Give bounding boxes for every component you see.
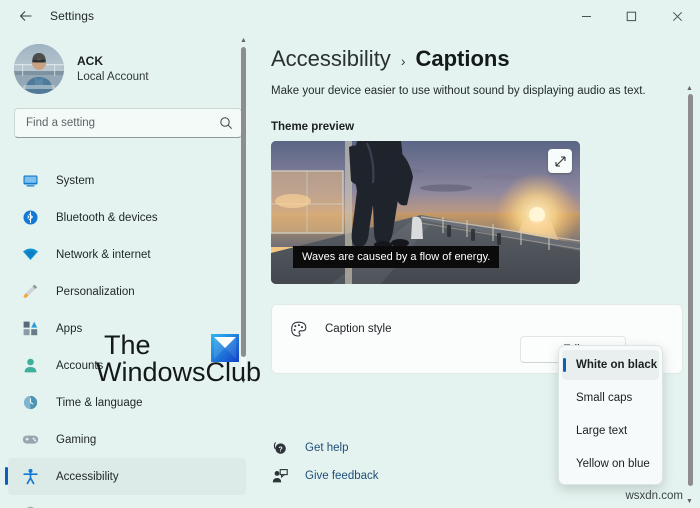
sidebar-nav: System Bluetooth & devices Network & int… — [0, 152, 258, 508]
paintbrush-icon — [21, 282, 40, 301]
sidebar-item-gaming[interactable]: Gaming — [8, 421, 246, 458]
scroll-up-arrow-icon[interactable]: ▲ — [240, 37, 247, 44]
scroll-down-arrow-icon[interactable]: ▼ — [686, 498, 693, 505]
bluetooth-icon — [21, 208, 40, 227]
palette-icon — [287, 318, 309, 340]
expand-preview-button[interactable] — [548, 149, 572, 173]
caption-style-row: Caption style — [272, 305, 682, 340]
dropdown-option-large-text[interactable]: Large text — [562, 416, 659, 446]
main-content: Accessibility › Captions Make your devic… — [258, 32, 700, 508]
account-section[interactable]: ACK Local Account — [0, 32, 258, 96]
theme-preview-label: Theme preview — [271, 121, 355, 133]
sidebar-item-personalization[interactable]: Personalization — [8, 273, 246, 310]
sidebar-item-label: Personalization — [56, 285, 135, 298]
accessibility-person-icon — [21, 467, 40, 486]
scroll-up-arrow-icon[interactable]: ▲ — [686, 85, 693, 92]
person-icon — [21, 356, 40, 375]
wifi-icon — [21, 245, 40, 264]
avatar — [14, 44, 64, 94]
dropdown-option-yellow-on-blue[interactable]: Yellow on blue — [562, 449, 659, 479]
sidebar-item-label: Gaming — [56, 433, 97, 446]
search-icon[interactable] — [219, 116, 233, 130]
get-help-link[interactable]: ? Get help — [271, 434, 379, 462]
gamepad-icon — [21, 430, 40, 449]
main-scrollbar-thumb[interactable] — [688, 94, 693, 486]
windowsclub-logo-icon — [211, 334, 239, 362]
breadcrumb-separator-icon: › — [400, 53, 406, 69]
scroll-down-arrow-icon[interactable]: ▼ — [240, 378, 247, 385]
window-controls — [564, 0, 700, 32]
dropdown-option-label: Large text — [576, 425, 628, 437]
breadcrumb-parent[interactable]: Accessibility — [271, 46, 391, 72]
sidebar-item-time-language[interactable]: Time & language — [8, 384, 246, 421]
caption-style-dropdown-menu: White on black Small caps Large text Yel… — [558, 345, 663, 485]
system-monitor-icon — [21, 171, 40, 190]
dropdown-option-label: Small caps — [576, 392, 633, 404]
sidebar-item-label: Accounts — [56, 359, 104, 372]
help-question-icon: ? — [271, 439, 289, 457]
dropdown-option-small-caps[interactable]: Small caps — [562, 383, 659, 413]
sidebar-item-accessibility[interactable]: Accessibility — [5, 458, 246, 495]
dropdown-option-white-on-black[interactable]: White on black — [562, 350, 659, 380]
link-label: Give feedback — [305, 470, 379, 482]
apps-grid-icon — [21, 319, 40, 338]
sidebar-item-label: Apps — [56, 322, 83, 335]
link-label: Get help — [305, 442, 349, 454]
page-title: Captions — [415, 46, 510, 71]
account-name: ACK — [77, 53, 103, 68]
page-subtitle: Make your device easier to use without s… — [271, 85, 646, 97]
account-subtitle: Local Account — [77, 70, 149, 83]
maximize-icon — [626, 11, 637, 21]
account-text: ACK Local Account — [77, 54, 149, 85]
give-feedback-link[interactable]: Give feedback — [271, 462, 379, 490]
footer-links: ? Get help Give feedback — [271, 434, 379, 490]
maximize-button[interactable] — [609, 0, 654, 32]
theme-preview-image[interactable]: Waves are caused by a flow of energy. — [271, 141, 580, 284]
sidebar-item-label: Bluetooth & devices — [56, 211, 158, 224]
shield-icon — [21, 504, 40, 508]
title-bar: Settings — [0, 0, 700, 32]
svg-text:?: ? — [278, 446, 282, 453]
back-arrow-icon — [19, 11, 32, 21]
search-input[interactable] — [26, 117, 219, 129]
back-button[interactable] — [8, 1, 44, 31]
clock-globe-icon — [21, 393, 40, 412]
sidebar-item-label: Network & internet — [56, 248, 151, 261]
sidebar-item-bluetooth-devices[interactable]: Bluetooth & devices — [8, 199, 246, 236]
main-scrollbar[interactable]: ▲ ▼ — [684, 85, 697, 505]
caption-style-title: Caption style — [325, 323, 392, 335]
sidebar-scrollbar-thumb[interactable] — [241, 47, 246, 357]
settings-window: Settings ACK Local Account Find a settin… — [0, 0, 700, 508]
window-title: Settings — [50, 9, 95, 23]
sidebar-item-privacy-security[interactable]: Privacy & security — [8, 495, 246, 508]
sidebar-item-label: Time & language — [56, 396, 143, 409]
breadcrumb: Accessibility › Captions — [258, 32, 700, 72]
search-section — [0, 96, 258, 138]
sidebar-scrollbar[interactable]: ▲ ▼ — [237, 37, 250, 385]
watermark-site: wsxdn.com — [625, 490, 683, 502]
preview-caption-text: Waves are caused by a flow of energy. — [293, 246, 500, 268]
expand-diagonal-icon — [554, 155, 566, 167]
dropdown-option-label: Yellow on blue — [576, 458, 650, 470]
sidebar-item-network-internet[interactable]: Network & internet — [8, 236, 246, 273]
user-avatar-photo — [14, 44, 64, 94]
minimize-button[interactable] — [564, 0, 609, 32]
sidebar-item-label: System — [56, 174, 95, 187]
dropdown-option-label: White on black — [576, 359, 658, 371]
close-button[interactable] — [654, 0, 700, 32]
sidebar: ACK Local Account Find a setting System … — [0, 32, 258, 508]
search-box[interactable] — [14, 108, 242, 138]
minimize-icon — [582, 15, 591, 17]
feedback-person-icon — [271, 467, 289, 485]
sidebar-item-label: Accessibility — [56, 470, 119, 483]
close-icon — [672, 11, 682, 21]
sidebar-item-system[interactable]: System — [8, 162, 246, 199]
